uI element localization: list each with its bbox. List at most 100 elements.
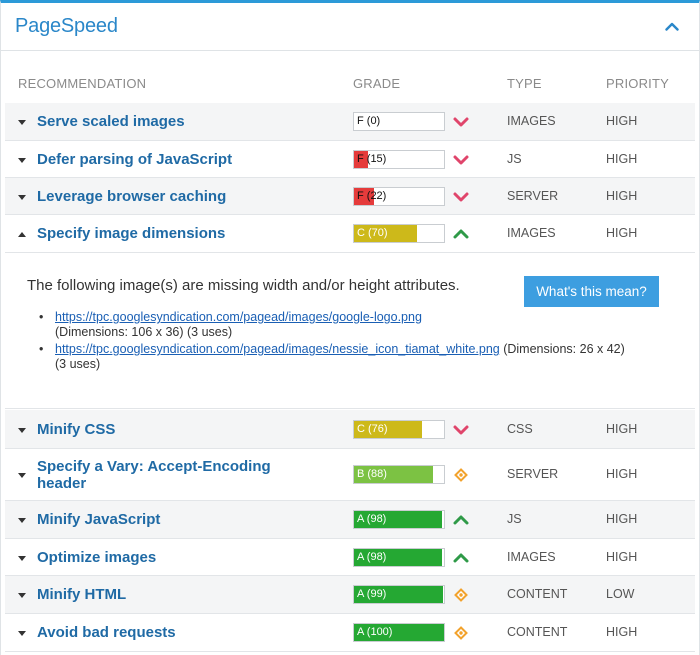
recommendation-title[interactable]: Avoid bad requests xyxy=(37,624,297,641)
recommendation-priority: LOW xyxy=(606,587,635,601)
chevron-up-icon xyxy=(665,22,679,31)
grade-bar: A (99) xyxy=(353,585,445,604)
recommendation-type: IMAGES xyxy=(507,226,556,240)
trend-down-icon xyxy=(453,117,469,127)
caret-up-icon xyxy=(18,232,26,237)
recommendation-row[interactable]: Optimize images A (98) IMAGES HIGH xyxy=(5,539,695,576)
list-item: https://tpc.googlesyndication.com/pagead… xyxy=(39,342,679,372)
recommendation-title[interactable]: Specify image dimensions xyxy=(37,225,297,242)
trend-down-icon xyxy=(453,425,469,434)
recommendation-priority: HIGH xyxy=(606,226,638,240)
recommendation-title[interactable]: Minify HTML xyxy=(37,586,297,603)
grade-label: A (98) xyxy=(357,550,387,563)
recommendation-title[interactable]: Serve scaled images xyxy=(37,113,297,130)
recommendation-type: SERVER xyxy=(507,188,559,203)
trend-down-icon xyxy=(453,192,469,201)
image-link[interactable]: https://tpc.googlesyndication.com/pagead… xyxy=(55,342,500,356)
grade-label: A (98) xyxy=(357,513,387,525)
grade-label: A (99) xyxy=(357,588,387,600)
caret-down-icon xyxy=(18,593,26,598)
recommendation-type: JS xyxy=(507,151,522,166)
collapse-button[interactable] xyxy=(659,14,685,40)
recommendation-title[interactable]: Optimize images xyxy=(37,549,297,566)
grade-bar: F (0) xyxy=(353,112,445,131)
grade-label: F (15) xyxy=(357,152,387,165)
recommendation-row[interactable]: Avoid bad requests A (100) CONTENT HIGH xyxy=(5,614,695,652)
grade-bar: A (98) xyxy=(353,510,445,529)
panel-header: PageSpeed xyxy=(1,3,699,51)
recommendation-priority: HIGH xyxy=(606,114,638,128)
column-header-type: TYPE xyxy=(507,76,542,91)
recommendation-title[interactable]: Minify CSS xyxy=(37,421,297,438)
image-info-inline: (Dimensions: 26 x 42) xyxy=(503,342,625,356)
trend-neutral-icon xyxy=(454,468,468,482)
image-link[interactable]: https://tpc.googlesyndication.com/pagead… xyxy=(55,310,422,324)
column-header-grade: GRADE xyxy=(353,76,401,91)
grade-bar: B (88) xyxy=(353,465,445,484)
trend-up-icon xyxy=(453,229,469,239)
image-info: (3 uses) xyxy=(55,357,101,371)
grade-label: B (88) xyxy=(357,468,387,480)
recommendation-type: SERVER xyxy=(507,467,559,481)
recommendation-type: CSS xyxy=(507,421,533,436)
pagespeed-panel: PageSpeed RECOMMENDATION GRADE TYPE PRIO… xyxy=(0,0,700,655)
column-header-priority: PRIORITY xyxy=(606,76,669,91)
details-description: The following image(s) are missing width… xyxy=(27,277,460,294)
recommendation-row[interactable]: Serve scaled images F (0) IMAGES HIGH xyxy=(5,103,695,141)
recommendation-title[interactable]: Leverage browser caching xyxy=(37,188,297,205)
recommendation-title[interactable]: Specify a Vary: Accept-Encoding header xyxy=(37,458,297,492)
caret-down-icon xyxy=(18,518,26,523)
recommendation-type: CONTENT xyxy=(507,625,568,639)
recommendation-type: JS xyxy=(507,512,522,526)
image-info: (Dimensions: 106 x 36) (3 uses) xyxy=(55,325,233,339)
recommendation-row[interactable]: Specify image dimensions C (70) IMAGES HIGH xyxy=(5,215,695,253)
recommendation-priority: HIGH xyxy=(606,512,638,526)
grade-bar: F (15) xyxy=(353,149,445,169)
caret-down-icon xyxy=(18,555,26,561)
panel-title: PageSpeed xyxy=(15,15,118,37)
trend-neutral-icon xyxy=(454,588,468,602)
missing-dimensions-list: https://tpc.googlesyndication.com/pagead… xyxy=(39,310,679,374)
column-headers: RECOMMENDATION GRADE TYPE PRIORITY xyxy=(1,76,699,96)
caret-down-icon xyxy=(18,631,26,636)
trend-up-icon xyxy=(453,515,469,525)
grade-bar: A (100) xyxy=(353,623,445,642)
grade-bar: C (76) xyxy=(353,419,445,439)
grade-label: C (70) xyxy=(357,227,388,239)
recommendation-row[interactable]: Minify JavaScript A (98) JS HIGH xyxy=(5,501,695,539)
recommendation-priority: HIGH xyxy=(606,625,638,639)
whats-this-mean-button[interactable]: What's this mean? xyxy=(524,276,659,307)
recommendation-type: CONTENT xyxy=(507,587,568,601)
list-item: https://tpc.googlesyndication.com/pagead… xyxy=(39,310,679,340)
recommendation-type: IMAGES xyxy=(507,549,556,564)
recommendation-title[interactable]: Defer parsing of JavaScript xyxy=(37,151,297,168)
caret-down-icon xyxy=(18,473,26,478)
trend-up-icon xyxy=(453,553,469,562)
caret-down-icon xyxy=(18,157,26,163)
recommendation-row[interactable]: Minify HTML A (99) CONTENT LOW xyxy=(5,576,695,614)
recommendation-row[interactable]: Minify CSS C (76) CSS HIGH xyxy=(5,410,695,449)
grade-bar: F (22) xyxy=(353,186,445,206)
grade-label: C (76) xyxy=(357,422,388,435)
trend-neutral-icon xyxy=(454,626,468,640)
recommendation-row[interactable]: Defer parsing of JavaScript F (15) JS HIGH xyxy=(5,141,695,178)
recommendation-title[interactable]: Minify JavaScript xyxy=(37,511,297,528)
recommendation-priority: HIGH xyxy=(606,151,638,166)
caret-down-icon xyxy=(18,120,26,125)
grade-bar: A (98) xyxy=(353,547,445,567)
recommendation-type: IMAGES xyxy=(507,114,556,128)
recommendation-priority: HIGH xyxy=(606,467,638,481)
column-header-recommendation: RECOMMENDATION xyxy=(18,76,147,91)
trend-down-icon xyxy=(453,155,469,164)
recommendation-priority: HIGH xyxy=(606,188,638,203)
recommendation-priority: HIGH xyxy=(606,421,638,436)
caret-down-icon xyxy=(18,427,26,433)
recommendation-details: The following image(s) are missing width… xyxy=(5,253,695,409)
recommendation-row[interactable]: Leverage browser caching F (22) SERVER HIGH xyxy=(5,178,695,215)
recommendation-row[interactable]: Specify a Vary: Accept-Encoding header B … xyxy=(5,449,695,501)
grade-label: A (100) xyxy=(357,626,393,638)
grade-label: F (22) xyxy=(357,189,387,202)
grade-label: F (0) xyxy=(357,115,381,127)
recommendation-priority: HIGH xyxy=(606,549,638,564)
caret-down-icon xyxy=(18,194,26,200)
